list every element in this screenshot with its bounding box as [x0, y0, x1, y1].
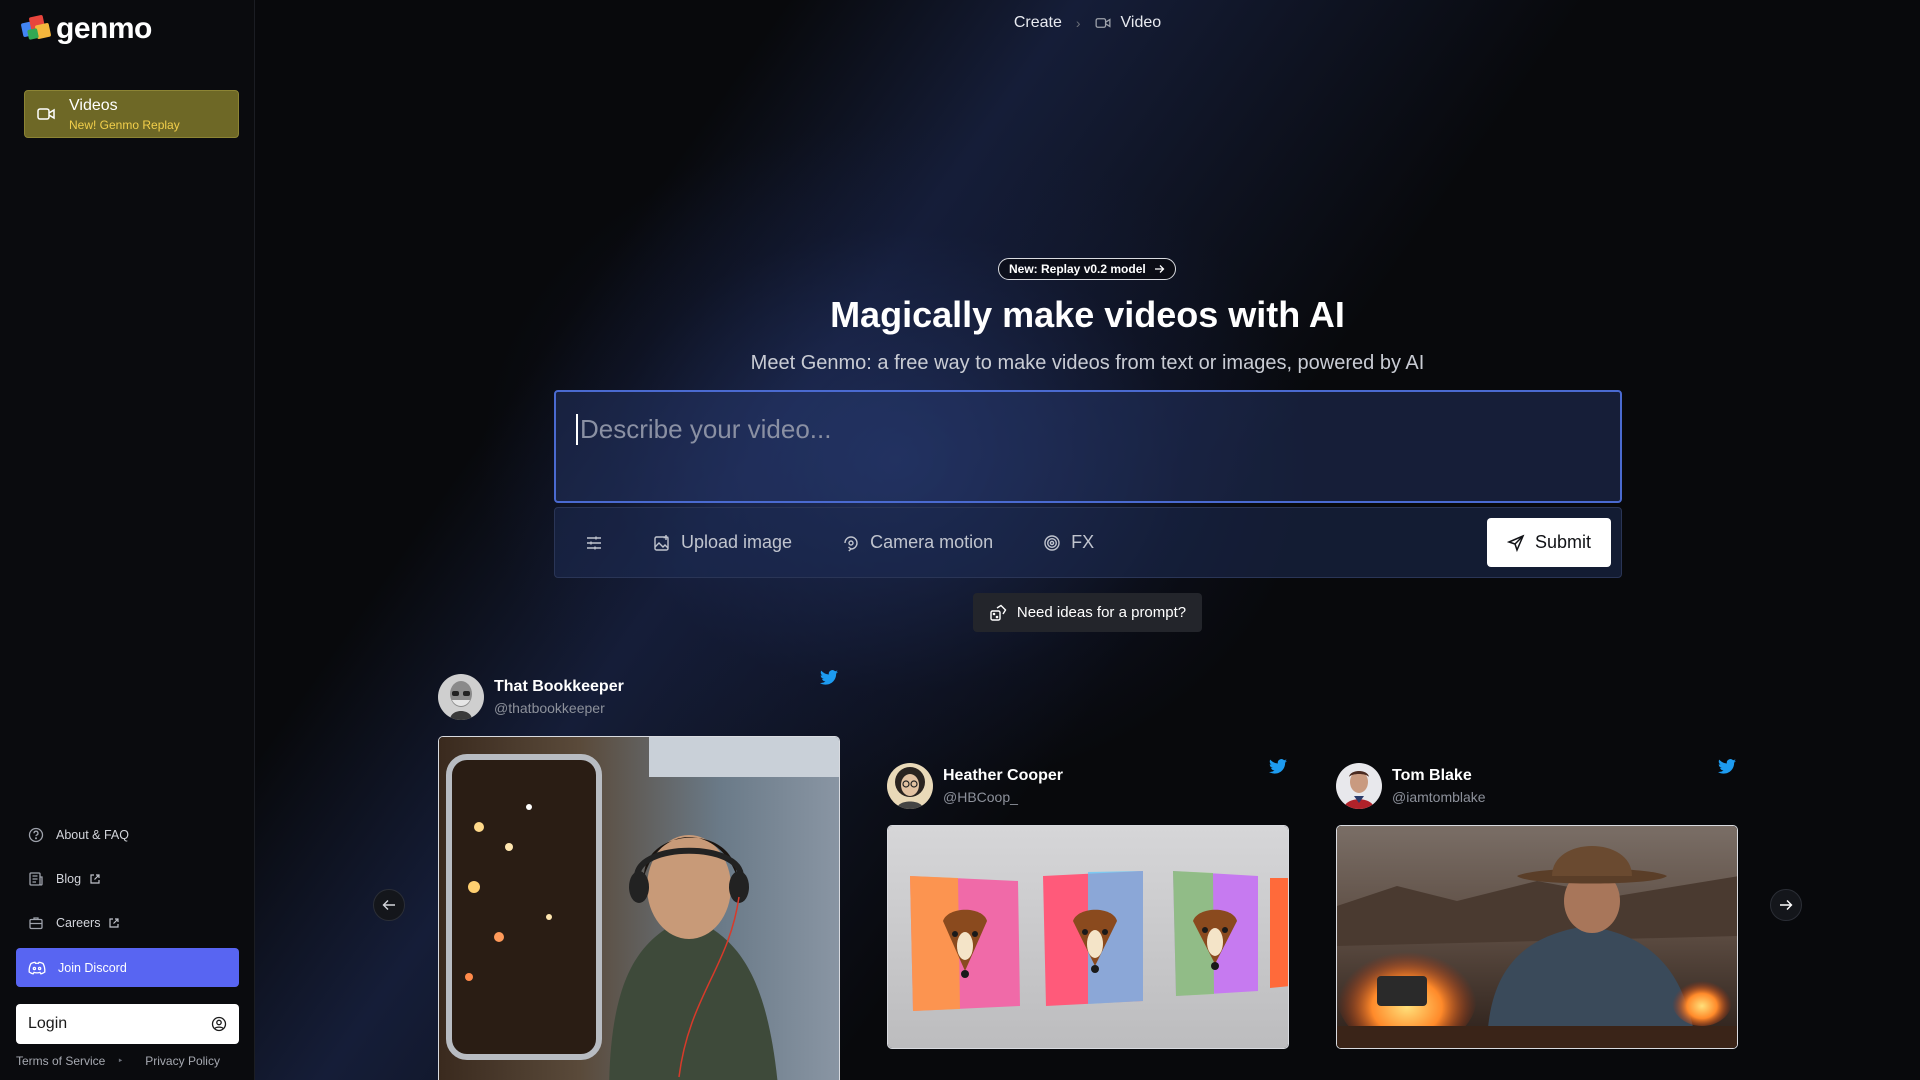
sidebar-link-label: Careers — [56, 916, 101, 930]
hero-title: Magically make videos with AI — [830, 294, 1345, 335]
sliders-icon — [587, 536, 601, 549]
newspaper-icon — [29, 872, 43, 886]
join-discord-label: Join Discord — [58, 960, 127, 975]
send-icon — [1506, 534, 1525, 552]
arrow-right-icon — [1154, 265, 1165, 273]
card-author-handle: @HBCoop_ — [943, 789, 1018, 805]
fx-label: FX — [1071, 532, 1095, 552]
camera-motion-button[interactable]: Camera motion — [842, 508, 993, 577]
carousel-prev-button[interactable] — [373, 889, 405, 921]
avatar — [438, 674, 484, 720]
card-video-thumbnail[interactable] — [887, 825, 1289, 1049]
upload-image-label: Upload image — [681, 532, 793, 552]
chevron-right-icon: › — [1075, 15, 1081, 31]
dice-icon — [990, 604, 1007, 621]
submit-button[interactable]: Submit — [1487, 518, 1611, 567]
card-video-thumbnail[interactable] — [1336, 825, 1738, 1049]
twitter-icon[interactable] — [1718, 759, 1736, 774]
card-author-name: That Bookkeeper — [494, 678, 624, 695]
settings-button[interactable] — [585, 508, 603, 577]
avatar — [887, 763, 933, 809]
discord-icon — [28, 961, 46, 975]
prompt-toolbar: Upload image Camera motion FX Submit — [554, 507, 1622, 578]
breadcrumb-create[interactable]: Create — [1014, 14, 1062, 32]
fx-spiral-icon — [1044, 534, 1060, 551]
help-circle-icon — [28, 827, 44, 843]
sidebar-item-label: Videos — [69, 96, 118, 114]
camera-motion-label: Camera motion — [870, 532, 994, 552]
video-camera-icon — [1095, 18, 1111, 28]
new-model-badge[interactable]: New: Replay v0.2 model — [998, 258, 1176, 280]
card-header: That Bookkeeper @thatbookkeeper — [438, 666, 840, 722]
footer-separator-icon: ‣ — [117, 1055, 124, 1067]
footer-links: Terms of Service ‣ Privacy Policy — [16, 1054, 220, 1068]
sidebar-link-label: About & FAQ — [56, 828, 129, 842]
sidebar: genmo Videos New! Genmo Replay About & F… — [0, 0, 255, 1080]
showcase-card[interactable]: That Bookkeeper @thatbookkeeper — [438, 666, 840, 1080]
prompt-input[interactable] — [576, 414, 1600, 445]
sidebar-link-blog[interactable]: Blog — [28, 869, 101, 889]
join-discord-button[interactable]: Join Discord — [16, 948, 239, 987]
sidebar-link-label: Blog — [56, 872, 82, 886]
card-author-name: Tom Blake — [1392, 767, 1472, 784]
showcase-card[interactable]: Tom Blake @iamtomblake — [1336, 755, 1738, 1049]
upload-image-button[interactable]: Upload image — [653, 508, 792, 577]
badge-label: New: Replay v0.2 model — [1009, 262, 1146, 276]
prompt-ideas-label: Need ideas for a prompt? — [1016, 604, 1187, 621]
genmo-logo-icon — [20, 14, 52, 44]
user-circle-icon — [211, 1016, 227, 1032]
sidebar-link-about[interactable]: About & FAQ — [28, 825, 129, 845]
sidebar-item-sublabel: New! Genmo Replay — [69, 117, 180, 132]
prompt-box — [554, 390, 1622, 503]
card-author-handle: @iamtomblake — [1392, 789, 1486, 805]
sidebar-link-careers[interactable]: Careers — [28, 913, 120, 933]
breadcrumb: Create › Video — [255, 14, 1920, 32]
card-header: Heather Cooper @HBCoop_ — [887, 755, 1289, 811]
privacy-link[interactable]: Privacy Policy — [145, 1054, 220, 1068]
avatar — [1336, 763, 1382, 809]
prompt-ideas-button[interactable]: Need ideas for a prompt? — [973, 593, 1202, 632]
hero-subtitle: Meet Genmo: a free way to make videos fr… — [750, 352, 1425, 374]
carousel-next-button[interactable] — [1770, 889, 1802, 921]
genmo-logo[interactable]: genmo — [20, 12, 152, 45]
main-content: Create › Video New: Replay v0.2 model Ma… — [255, 0, 1920, 1080]
arrow-left-icon — [382, 900, 395, 910]
camera-motion-icon — [844, 535, 858, 552]
external-link-icon — [90, 874, 100, 884]
card-author-handle: @thatbookkeeper — [494, 700, 605, 716]
external-link-icon — [109, 918, 120, 928]
twitter-icon[interactable] — [820, 670, 838, 685]
card-header: Tom Blake @iamtomblake — [1336, 755, 1738, 811]
briefcase-icon — [29, 917, 43, 930]
video-camera-icon — [37, 108, 55, 120]
login-label: Login — [28, 1015, 68, 1032]
card-author-name: Heather Cooper — [943, 767, 1064, 784]
twitter-icon[interactable] — [1269, 759, 1287, 774]
breadcrumb-current: Video — [1120, 14, 1162, 31]
sidebar-item-videos[interactable]: Videos New! Genmo Replay — [24, 90, 239, 138]
logo-text: genmo — [56, 12, 152, 45]
fx-button[interactable]: FX — [1043, 508, 1094, 577]
card-video-thumbnail[interactable] — [438, 736, 840, 1080]
showcase-card[interactable]: Heather Cooper @HBCoop_ — [887, 755, 1289, 1049]
submit-label: Submit — [1534, 532, 1592, 552]
breadcrumb-video: Video — [1095, 14, 1162, 32]
arrow-right-icon — [1780, 900, 1793, 910]
login-button[interactable]: Login — [16, 1004, 239, 1044]
image-upload-icon — [654, 534, 669, 551]
terms-link[interactable]: Terms of Service — [16, 1054, 105, 1068]
